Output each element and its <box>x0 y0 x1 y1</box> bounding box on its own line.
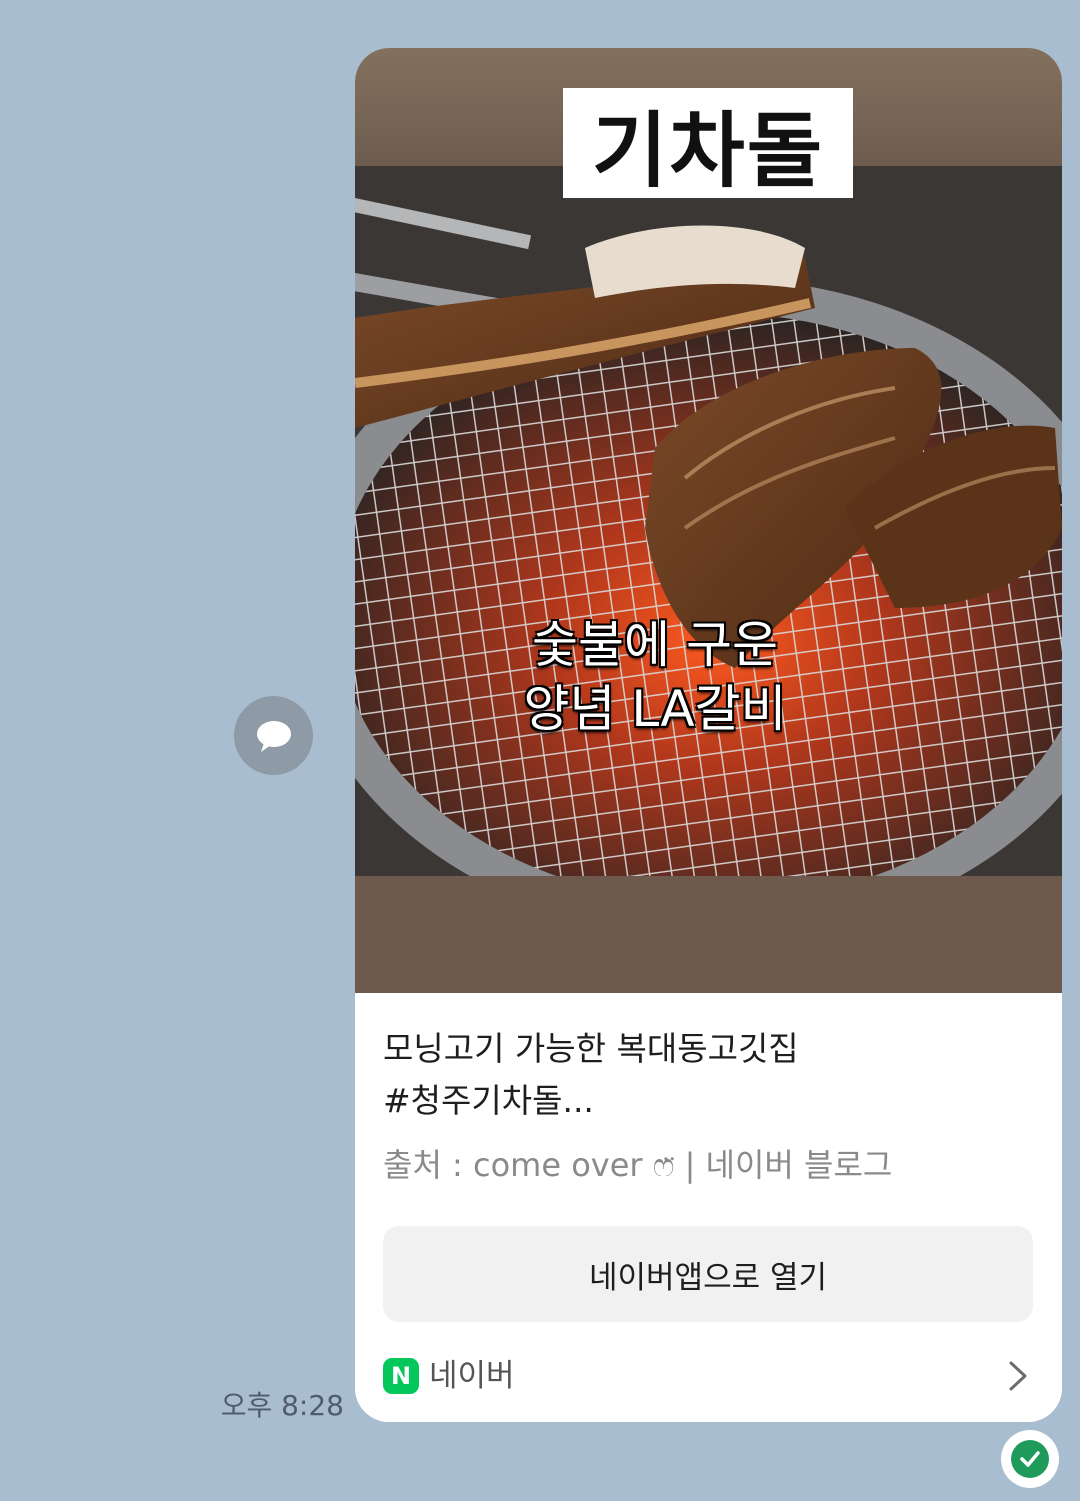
caption-line: 양념 LA갈비 <box>523 680 787 738</box>
footer-service-label: 네이버 <box>429 1358 515 1394</box>
open-in-naver-app-button[interactable]: 네이버앱으로 열기 <box>383 1226 1033 1322</box>
link-title-line: #청주기차돌... <box>383 1081 594 1120</box>
thumbnail-overlay-caption: 숯불에 구운 양념 LA갈비 <box>475 613 835 741</box>
check-circle-icon <box>1011 1440 1049 1478</box>
read-status-badge <box>1001 1430 1059 1488</box>
link-title-line: 모닝고기 가능한 복대동고깃집 <box>383 1029 799 1068</box>
card-body: 모닝고기 가능한 복대동고깃집 #청주기차돌... 출처 : come over… <box>355 993 1062 1422</box>
naver-logo-icon: N <box>383 1358 419 1394</box>
link-source: 출처 : come over ෆ̈ | 네이버 블로그 <box>383 1146 893 1184</box>
caption-line: 숯불에 구운 <box>532 616 778 674</box>
preview-thumbnail[interactable]: 기차돌 숯불에 구운 양념 LA갈비 <box>355 48 1062 993</box>
thumbnail-overlay-title: 기차돌 <box>563 88 853 199</box>
link-preview-card[interactable]: 기차돌 숯불에 구운 양념 LA갈비 모닝고기 가능한 복대동고깃집 #청주기차… <box>355 48 1062 1422</box>
card-footer[interactable]: N 네이버 <box>383 1351 1033 1401</box>
message-timestamp: 오후 8:28 <box>220 1389 344 1422</box>
share-button[interactable] <box>234 696 313 775</box>
link-title[interactable]: 모닝고기 가능한 복대동고깃집 #청주기차돌... <box>383 1023 1023 1127</box>
speech-bubble-icon <box>256 720 291 752</box>
chevron-right-icon <box>1009 1361 1027 1391</box>
